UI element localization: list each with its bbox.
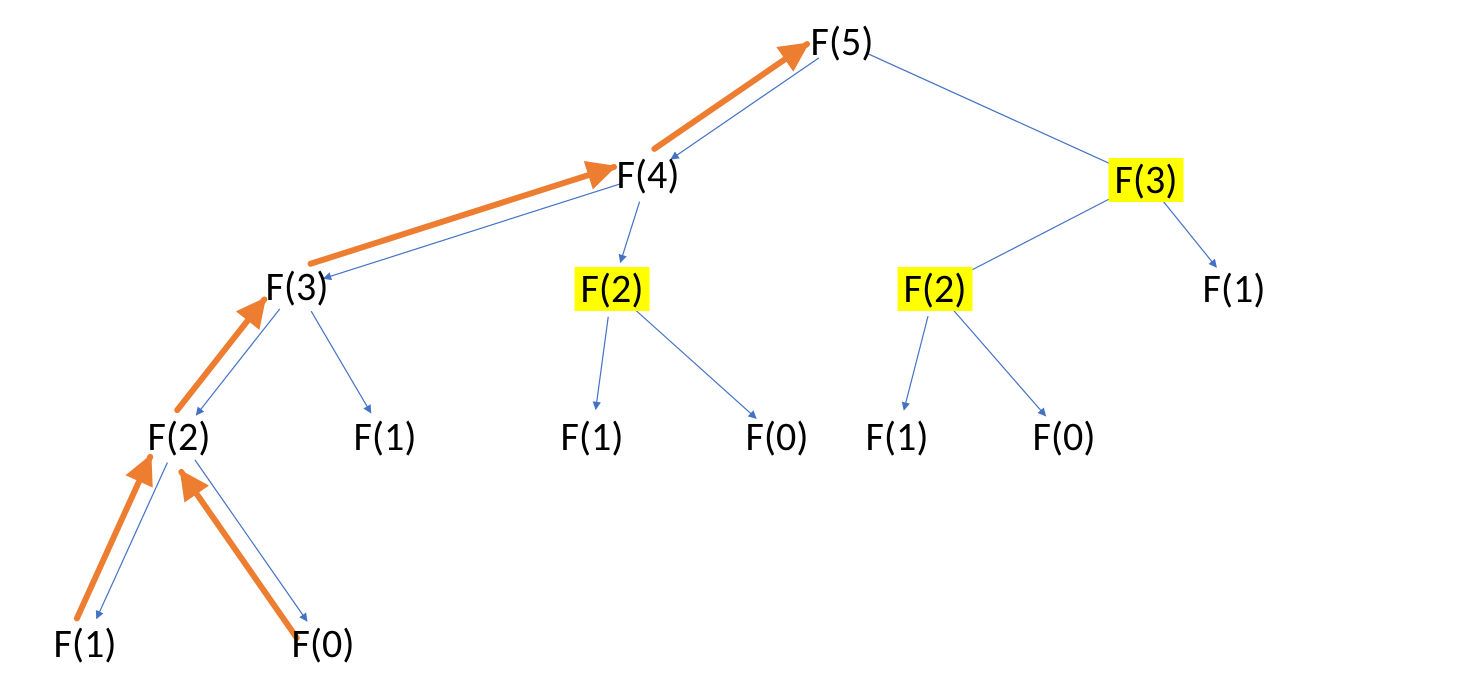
node-f0-under-f2m: F(0) <box>740 415 815 459</box>
node-f5: F(5) <box>805 20 880 64</box>
node-f2-mid: F(2) <box>575 267 650 311</box>
node-f1-under-f3l: F(1) <box>348 415 423 459</box>
tree-edge <box>671 58 819 159</box>
node-f1-farright: F(1) <box>1197 267 1272 311</box>
node-f3-left: F(3) <box>260 265 335 309</box>
tree-edge <box>953 310 1045 416</box>
node-f3-right: F(3) <box>1109 158 1184 202</box>
node-f1-bottomleft: F(1) <box>48 622 123 666</box>
return-path-arrow <box>181 472 296 638</box>
tree-edge <box>196 309 279 415</box>
tree-edge <box>633 308 756 419</box>
tree-edge <box>97 462 168 618</box>
node-f0-bottom: F(0) <box>286 622 361 666</box>
tree-edge <box>904 316 928 410</box>
tree-edge <box>1164 202 1217 267</box>
return-path-arrow <box>177 299 264 410</box>
tree-edge <box>620 202 639 263</box>
blue-edges <box>97 54 1217 621</box>
tree-edge <box>960 193 1121 276</box>
node-f1-under-f2r: F(1) <box>860 415 935 459</box>
tree-edge <box>195 460 307 621</box>
tree-edge <box>324 184 622 279</box>
node-f2-left: F(2) <box>142 415 217 459</box>
node-f1-under-f2m: F(1) <box>555 415 630 459</box>
return-path-arrow <box>77 457 150 618</box>
tree-edge <box>596 317 609 410</box>
return-path-arrow <box>654 44 807 149</box>
edges-layer <box>0 0 1482 694</box>
return-path-arrow <box>311 167 614 264</box>
tree-edge <box>867 54 1120 169</box>
recursion-tree-canvas: F(5) F(4) F(3) F(3) F(2) F(2) F(1) F(2) … <box>0 0 1482 694</box>
node-f2-right: F(2) <box>898 267 973 311</box>
node-f0-under-f2r: F(0) <box>1027 415 1102 459</box>
tree-edge <box>311 311 371 413</box>
node-f4: F(4) <box>611 153 686 197</box>
orange-edges <box>77 44 807 638</box>
